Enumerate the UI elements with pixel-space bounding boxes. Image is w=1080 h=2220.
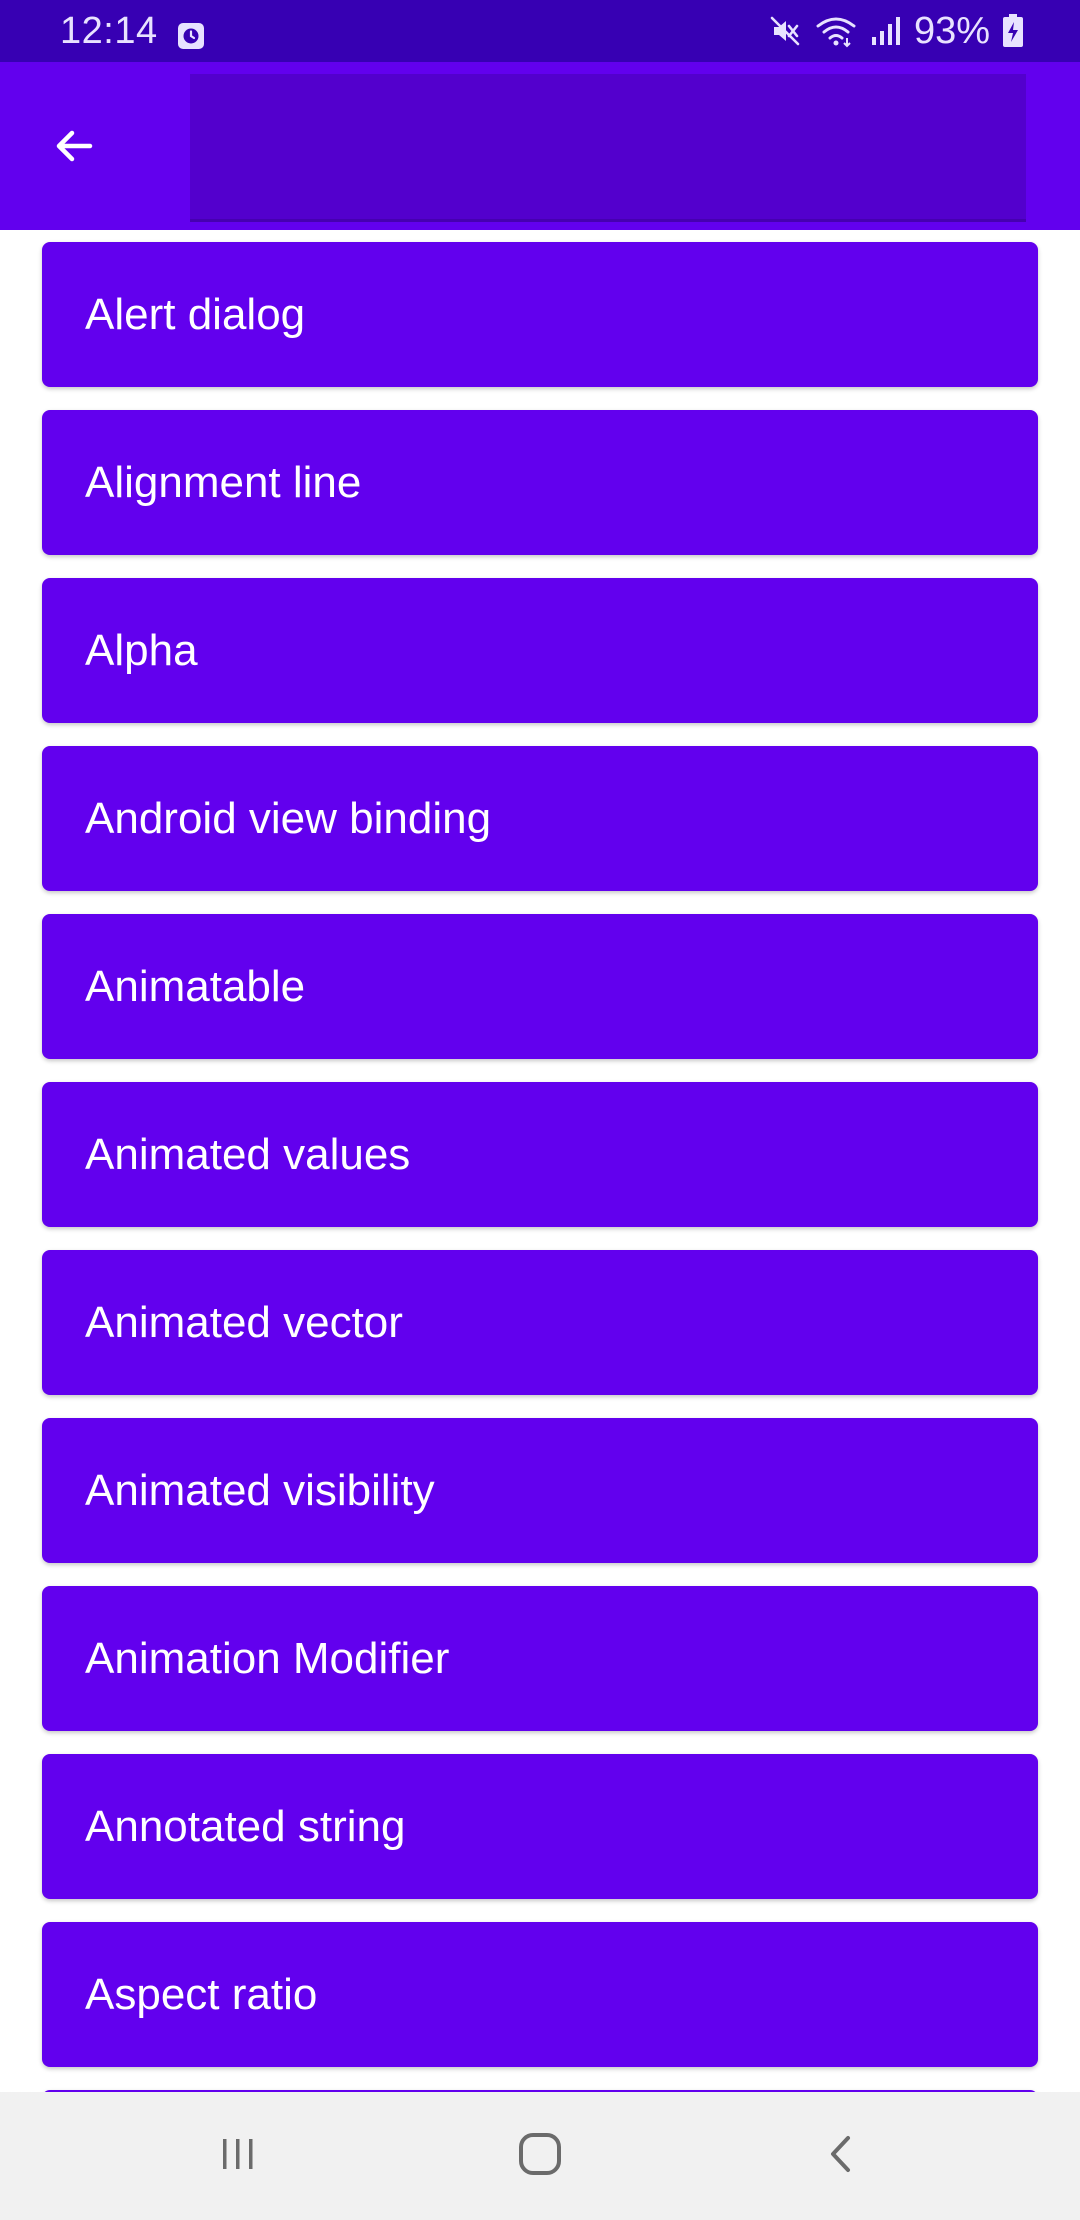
list-item-label: Animation Modifier <box>85 1633 450 1683</box>
list-item-label: Alpha <box>85 625 198 675</box>
list-item-label: Animated values <box>85 1129 411 1179</box>
list-item[interactable]: Aspect ratio <box>42 1922 1038 2067</box>
arrow-back-icon <box>50 122 98 175</box>
nav-back-button[interactable] <box>782 2112 902 2200</box>
recents-icon <box>216 2132 260 2181</box>
home-icon <box>516 2130 564 2183</box>
battery-percent: 93% <box>913 9 990 52</box>
list-item-label: Alignment line <box>85 457 362 507</box>
list-item[interactable]: Alpha <box>42 578 1038 723</box>
screen: 12:14 93% Alert dialog Alignment line Al… <box>0 0 1080 2220</box>
home-button[interactable] <box>480 2112 600 2200</box>
list-item-label: Animated vector <box>85 1297 403 1347</box>
app-bar <box>0 62 1080 230</box>
recents-button[interactable] <box>178 2112 298 2200</box>
list-item-label: Animatable <box>85 961 306 1011</box>
list-item[interactable]: Alert dialog <box>42 242 1038 387</box>
back-icon <box>820 2132 864 2181</box>
list-item-label: Alert dialog <box>85 289 306 339</box>
search-input[interactable] <box>190 74 1026 222</box>
back-button[interactable] <box>28 102 120 194</box>
signal-icon <box>870 15 902 47</box>
list-item[interactable]: Android view binding <box>42 746 1038 891</box>
list-item[interactable]: Animation Modifier <box>42 1586 1038 1731</box>
demo-list: Alert dialog Alignment line Alpha Androi… <box>0 230 1080 2092</box>
list-item[interactable]: Animated vector <box>42 1250 1038 1395</box>
list-item[interactable]: Animatable <box>42 914 1038 1059</box>
list-item[interactable]: Annotated string <box>42 1754 1038 1899</box>
list-item-label: Animated visibility <box>85 1465 435 1515</box>
status-right-icons: 93% <box>768 8 1024 54</box>
list-item-label: Android view binding <box>85 793 492 843</box>
list-item[interactable]: Animated visibility <box>42 1418 1038 1563</box>
battery-charging-icon <box>1002 14 1024 48</box>
list-item[interactable]: Animated values <box>42 1082 1038 1227</box>
list-item-label: Aspect ratio <box>85 1969 318 2019</box>
wifi-icon <box>814 14 858 48</box>
list-item[interactable]: Alignment line <box>42 410 1038 555</box>
list-item-label: Annotated string <box>85 1801 406 1851</box>
system-nav-bar <box>0 2092 1080 2220</box>
alarm-icon <box>177 17 205 49</box>
status-bar: 12:14 93% <box>0 0 1080 62</box>
mute-icon <box>768 14 802 48</box>
status-time: 12:14 <box>60 10 158 52</box>
